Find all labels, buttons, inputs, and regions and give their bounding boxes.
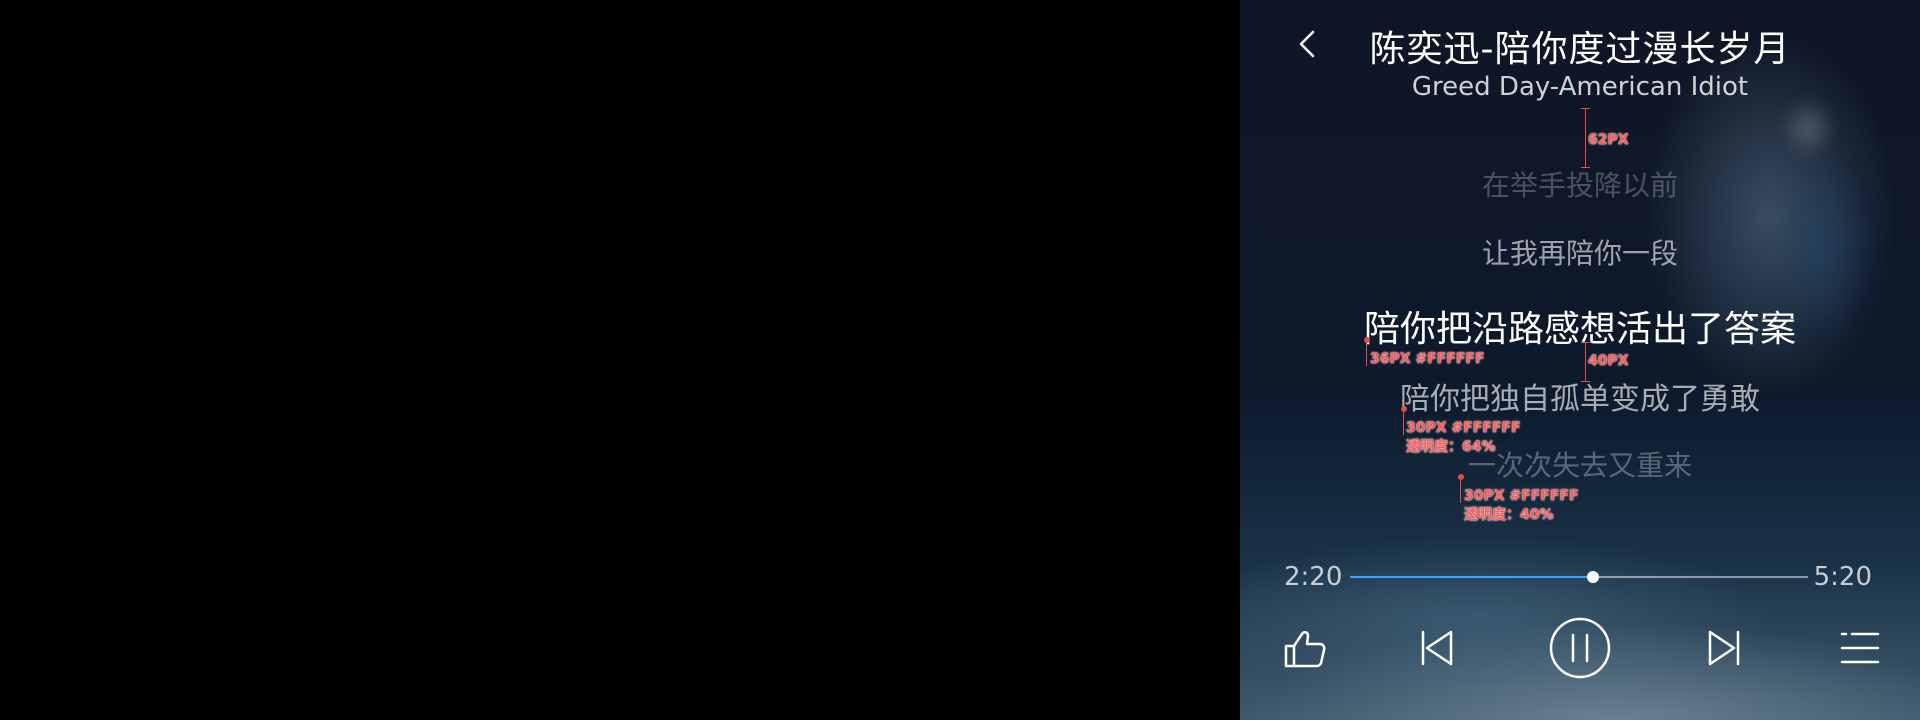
chevron-left-icon [1299, 30, 1315, 58]
annotation-label: 30PX #FFFFFF [1406, 420, 1521, 436]
playlist-icon [1840, 632, 1880, 664]
song-subtitle: Greed Day-American Idiot [1411, 72, 1749, 102]
pause-circle-icon [1549, 617, 1611, 679]
annotation-label: 30PX #FFFFFF [1464, 488, 1579, 504]
progress-bar[interactable] [1350, 571, 1808, 583]
lyric-line-upcoming: 一次次失去又重来 [1467, 449, 1693, 482]
back-button[interactable] [1290, 26, 1326, 62]
annotation-label: 透明度：40% [1464, 507, 1554, 523]
elapsed-time: 2:20 [1284, 562, 1343, 592]
lyric-line-current: 陪你把沿路感想活出了答案 [1363, 309, 1797, 350]
progress-fill [1350, 576, 1593, 578]
pause-button[interactable] [1548, 616, 1612, 680]
lyric-line-next: 陪你把独自孤单变成了勇敢 [1400, 382, 1760, 417]
lyric-line-past: 在举手投降以前 [1481, 169, 1679, 202]
blank-area [0, 0, 1240, 720]
annotation-label: 36PX #FFFFFF [1370, 351, 1485, 367]
annotation-label: 透明度：64% [1406, 439, 1496, 455]
progress-knob[interactable] [1586, 571, 1599, 583]
song-title: 陈奕迅-陪你度过漫长岁月 [1369, 29, 1791, 70]
annotation-label: 40PX [1588, 353, 1629, 369]
previous-button[interactable] [1415, 626, 1459, 670]
next-button[interactable] [1702, 626, 1746, 670]
total-duration: 5:20 [1813, 562, 1872, 592]
lyric-line-past: 让我再陪你一段 [1481, 237, 1679, 270]
music-player-panel: 陈奕迅-陪你度过漫长岁月 Greed Day-American Idiot 在举… [1240, 0, 1920, 720]
like-button[interactable] [1282, 626, 1328, 672]
playlist-button[interactable] [1838, 626, 1882, 670]
annotation-label: 62PX [1588, 132, 1629, 148]
skip-next-icon [1708, 630, 1740, 666]
skip-previous-icon [1421, 630, 1453, 666]
screen: 陈奕迅-陪你度过漫长岁月 Greed Day-American Idiot 在举… [0, 0, 1920, 720]
thumbs-up-icon [1284, 631, 1326, 668]
